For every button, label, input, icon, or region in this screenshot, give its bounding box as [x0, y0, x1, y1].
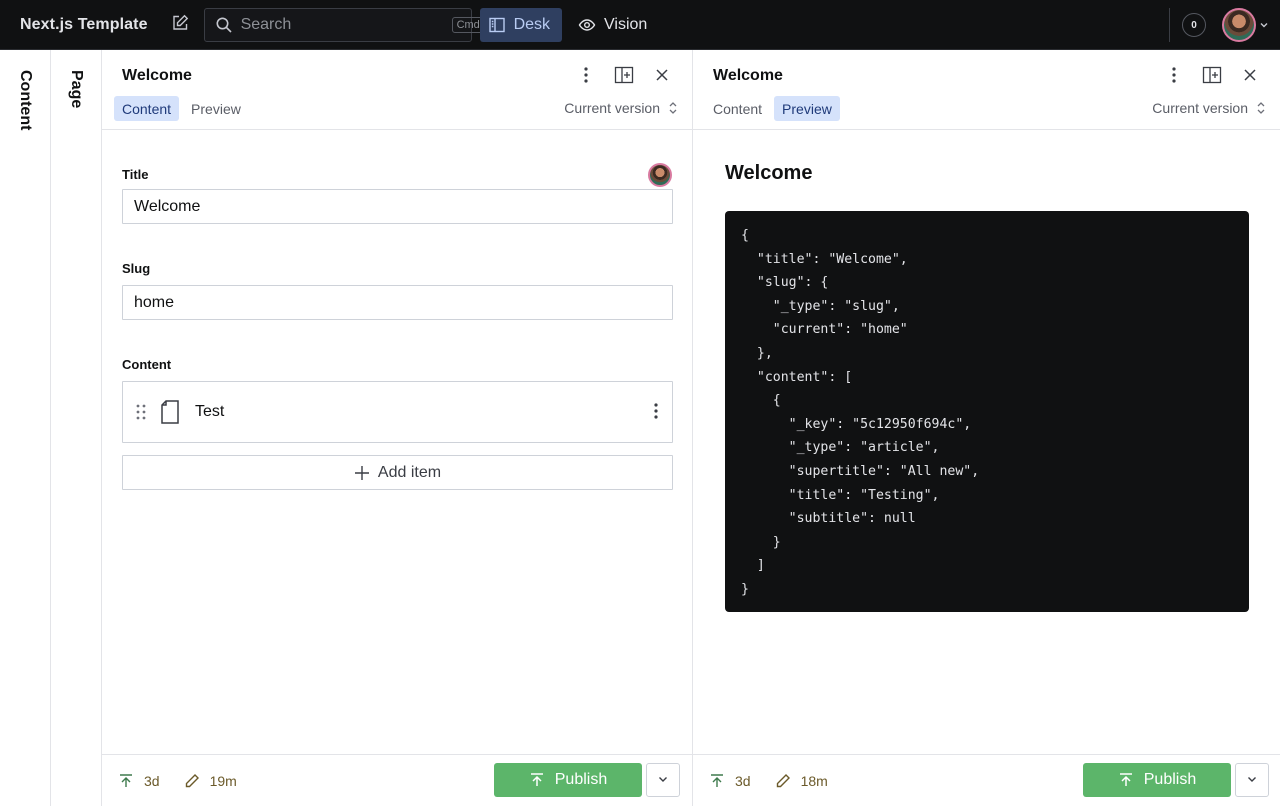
title-field-header: Title	[122, 130, 672, 187]
notifications-badge[interactable]: 0	[1182, 13, 1206, 37]
document-preview-pane: Welcome Content Preview Current version …	[693, 50, 1280, 806]
search-input[interactable]	[240, 15, 448, 34]
updown-icon	[668, 100, 678, 116]
split-pane-icon	[1202, 66, 1222, 87]
publish-label: Publish	[1143, 771, 1197, 788]
tool-vision-label: Vision	[604, 15, 648, 33]
split-pane-button[interactable]	[1196, 64, 1228, 88]
kebab-menu-button[interactable]	[570, 64, 602, 88]
kebab-icon	[1172, 66, 1176, 87]
pane-tabs: Content Preview	[705, 96, 844, 121]
new-document-button[interactable]	[164, 9, 196, 41]
array-item[interactable]: Test	[122, 381, 673, 443]
updown-icon	[1256, 100, 1266, 116]
json-preview-text: { "title": "Welcome", "slug": { "_type":…	[741, 228, 980, 597]
close-icon	[655, 68, 669, 85]
content-field-label: Content	[122, 357, 172, 372]
version-selector[interactable]: Current version	[1152, 100, 1266, 116]
chevron-down-icon	[657, 772, 669, 788]
edited-ago: 18m	[800, 772, 828, 789]
publish-menu-button[interactable]	[646, 763, 680, 797]
pencil-icon	[184, 773, 200, 789]
add-item-label: Add item	[377, 463, 442, 481]
publish-menu-button[interactable]	[1235, 763, 1269, 797]
document-editor-pane: Welcome Content Preview Current version …	[102, 50, 693, 806]
tool-vision[interactable]: Vision	[570, 8, 659, 42]
publish-arrow-icon	[529, 772, 545, 788]
pane-header: Welcome Content Preview Current version	[693, 50, 1280, 130]
edited-status[interactable]: 19m	[184, 773, 237, 789]
pane-header: Welcome Content Preview Current version	[102, 50, 692, 130]
collapsed-pane-content[interactable]: Content	[0, 50, 51, 806]
tab-content[interactable]: Content	[705, 96, 770, 121]
publish-button[interactable]: Publish	[494, 763, 642, 797]
kebab-icon	[584, 66, 588, 87]
document-footer: 3d 19m Publish	[102, 754, 692, 806]
edited-status[interactable]: 18m	[775, 773, 828, 789]
version-selector[interactable]: Current version	[564, 100, 678, 116]
preview-heading: Welcome	[725, 162, 813, 184]
pane-actions	[1152, 64, 1266, 88]
tab-preview[interactable]: Preview	[774, 96, 840, 121]
version-label: Current version	[1152, 100, 1248, 116]
document-footer: 3d 18m Publish	[693, 754, 1280, 806]
slug-field-label: Slug	[122, 261, 151, 276]
compose-icon	[171, 14, 189, 35]
app-title[interactable]: Next.js Template	[20, 16, 148, 34]
title-input[interactable]	[122, 189, 673, 224]
drag-handle-icon[interactable]	[135, 403, 147, 421]
publish-label: Publish	[554, 771, 608, 788]
array-item-title: Test	[195, 403, 225, 420]
publish-arrow-icon	[709, 773, 725, 789]
published-ago: 3d	[144, 772, 160, 789]
edited-ago: 19m	[209, 772, 237, 789]
close-icon	[1243, 68, 1257, 85]
tab-content[interactable]: Content	[114, 96, 180, 121]
version-label: Current version	[564, 100, 660, 116]
divider	[1169, 8, 1170, 42]
json-preview-block: { "title": "Welcome", "slug": { "_type":…	[725, 211, 1249, 612]
pane-title: Welcome	[122, 67, 192, 84]
collapsed-pane-label: Page	[68, 70, 85, 109]
desk-icon	[488, 16, 506, 34]
document-icon	[159, 399, 181, 425]
top-navbar: Next.js Template Cmd K Desk Vision 0	[0, 0, 1280, 50]
pencil-icon	[775, 773, 791, 789]
plus-icon	[354, 465, 370, 481]
pane-tabs: Content Preview	[114, 96, 253, 121]
user-menu-button[interactable]	[1222, 8, 1270, 42]
tool-desk-label: Desk	[513, 15, 551, 33]
publish-button[interactable]: Publish	[1083, 763, 1231, 797]
presence-avatar[interactable]	[648, 163, 672, 187]
pane-actions	[564, 64, 678, 88]
document-form: Title Slug Content Test Add item	[102, 130, 692, 490]
published-ago: 3d	[735, 772, 751, 789]
chevron-down-icon	[1246, 772, 1258, 788]
tab-preview[interactable]: Preview	[183, 96, 249, 121]
topbar-right: 0	[1169, 0, 1280, 50]
avatar	[1222, 8, 1256, 42]
split-pane-icon	[614, 66, 634, 87]
kebab-icon[interactable]	[654, 402, 658, 420]
title-field-label: Title	[122, 167, 149, 182]
close-pane-button[interactable]	[646, 64, 678, 88]
collapsed-pane-label: Content	[17, 70, 34, 131]
add-item-button[interactable]: Add item	[122, 455, 673, 490]
split-pane-button[interactable]	[608, 64, 640, 88]
slug-input[interactable]	[122, 285, 673, 320]
close-pane-button[interactable]	[1234, 64, 1266, 88]
published-status[interactable]: 3d	[118, 773, 160, 789]
kebab-menu-button[interactable]	[1158, 64, 1190, 88]
search-box[interactable]: Cmd K	[203, 7, 507, 42]
eye-icon	[578, 16, 596, 34]
publish-arrow-icon	[1118, 772, 1134, 788]
tool-desk[interactable]: Desk	[479, 7, 563, 42]
chevron-down-icon	[1258, 19, 1270, 31]
search-icon	[215, 16, 233, 34]
publish-arrow-icon	[118, 773, 134, 789]
pane-title: Welcome	[713, 67, 783, 84]
collapsed-pane-page[interactable]: Page	[51, 50, 102, 806]
published-status[interactable]: 3d	[709, 773, 751, 789]
